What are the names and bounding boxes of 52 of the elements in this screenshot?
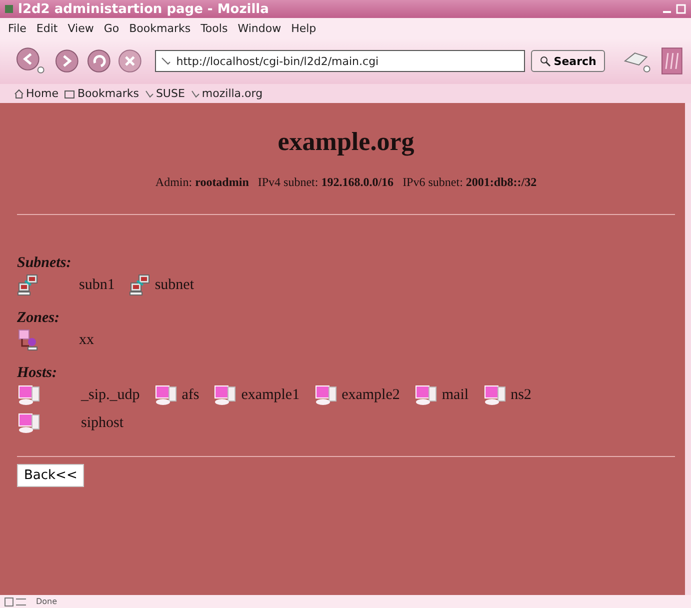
bookmark-item[interactable]: Home [14,87,58,100]
back-button[interactable]: Back<< [17,464,84,487]
item-link[interactable]: ns2 [510,386,532,404]
item-link[interactable]: example1 [241,386,300,404]
computer-icon[interactable] [213,384,238,406]
menu-item[interactable]: Bookmarks [129,22,191,34]
item-link[interactable]: afs [182,386,200,404]
item-link[interactable]: example2 [342,386,400,404]
status-text: Done [36,597,58,606]
section-title: Subnets: [17,255,72,272]
item-link[interactable]: subnet [154,276,194,294]
bookmark-item[interactable]: Bookmarks [64,87,139,100]
menu-item[interactable]: Edit [36,22,58,34]
bookmark-item[interactable]: mozilla.org [190,87,263,100]
address-field[interactable]: http://localhost/cgi-bin/l2d2/main.cgi [155,50,525,72]
reload-icon[interactable] [86,48,112,74]
section-title: Hosts: [17,365,58,382]
menu-item[interactable]: File [8,22,26,34]
stop-icon[interactable] [117,48,144,74]
page-heading: example.org [276,127,416,157]
network-icon[interactable] [128,274,151,296]
item-link[interactable]: subn1 [79,276,115,294]
app-icon [4,4,14,14]
throbber-icon [661,47,683,75]
menu-item[interactable]: View [68,22,94,34]
menu-item[interactable]: Go [104,22,120,34]
zone-icon[interactable] [17,329,39,351]
search-icon [540,56,551,66]
home-icon [14,88,24,98]
menu-item[interactable]: Window [238,22,282,34]
bookmark-item[interactable]: SUSE [144,87,185,100]
forward-icon[interactable] [54,48,80,74]
folder-icon [64,88,76,98]
search-button[interactable]: Search [530,50,606,72]
item-link[interactable]: mail [442,386,469,404]
computer-icon[interactable] [482,384,507,406]
computer-icon[interactable] [414,384,438,406]
menu-item[interactable]: Help [291,22,316,34]
section-title: Zones: [17,310,60,327]
network-icon[interactable] [17,274,39,296]
maximize-icon[interactable] [675,3,687,15]
menu-item[interactable]: Tools [200,22,228,34]
computer-icon[interactable] [17,384,41,406]
computer-icon[interactable] [314,384,338,406]
window-title: l2d2 administartion page - Mozilla [18,2,270,16]
status-icon [4,596,28,606]
item-link[interactable]: xx [79,332,94,348]
info-line: Admin: rootadmin IPv4 subnet: 192.168.0.0/16 IPv6 subnet: 2001:db8::/32 [154,175,538,190]
computer-icon[interactable] [154,384,178,406]
item-link[interactable]: siphost [81,414,124,432]
item-link[interactable]: _sip._udp [81,386,140,404]
computer-icon[interactable] [17,412,41,434]
